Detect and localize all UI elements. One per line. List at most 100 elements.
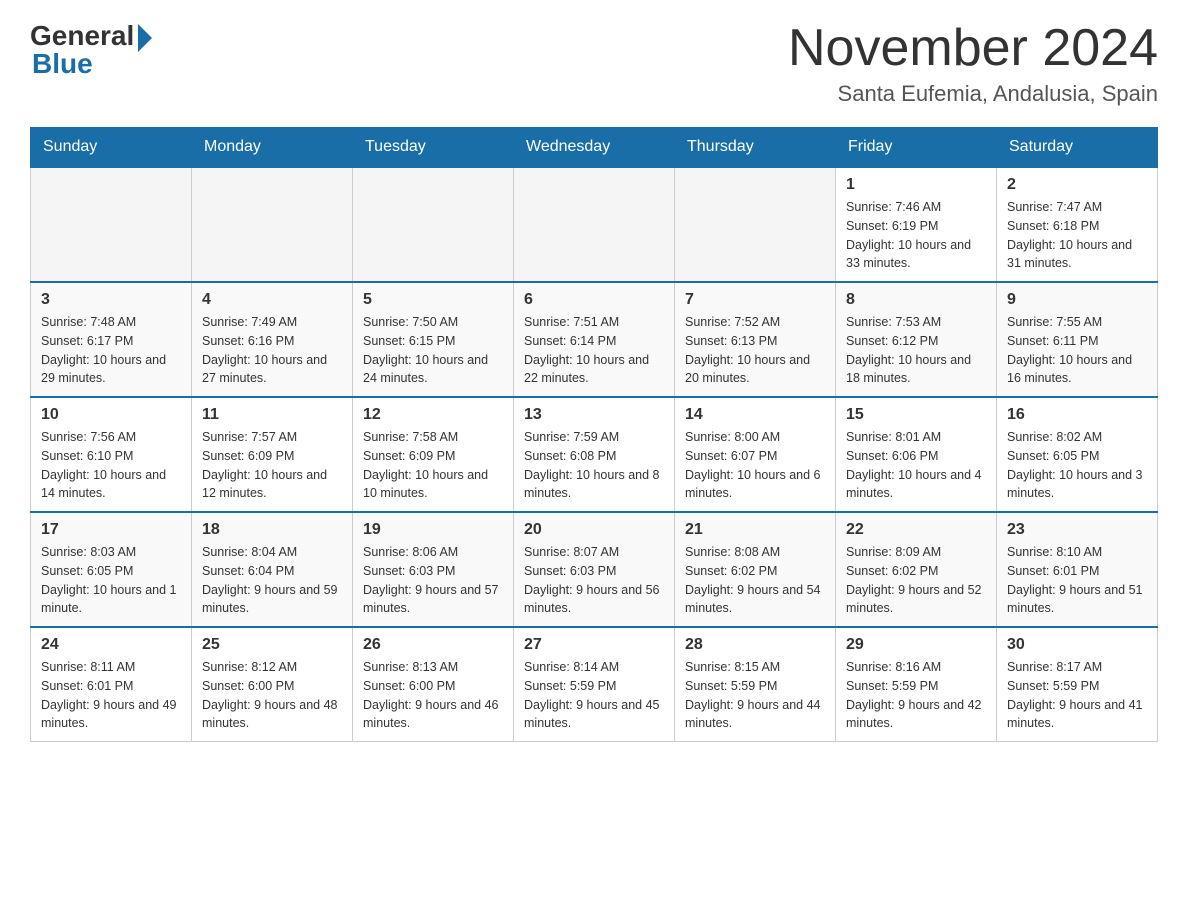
calendar-cell: 8Sunrise: 7:53 AM Sunset: 6:12 PM Daylig… — [836, 282, 997, 397]
day-number: 2 — [1007, 176, 1147, 194]
day-info: Sunrise: 8:02 AM Sunset: 6:05 PM Dayligh… — [1007, 428, 1147, 503]
calendar-cell: 26Sunrise: 8:13 AM Sunset: 6:00 PM Dayli… — [353, 627, 514, 742]
day-number: 28 — [685, 636, 825, 654]
day-header-monday: Monday — [192, 128, 353, 168]
day-info: Sunrise: 7:48 AM Sunset: 6:17 PM Dayligh… — [41, 313, 181, 388]
day-header-thursday: Thursday — [675, 128, 836, 168]
calendar-cell: 2Sunrise: 7:47 AM Sunset: 6:18 PM Daylig… — [997, 167, 1158, 282]
calendar-cell: 1 Sunrise: 7:46 AM Sunset: 6:19 PM Daylig… — [836, 167, 997, 282]
day-info: Sunrise: 7:55 AM Sunset: 6:11 PM Dayligh… — [1007, 313, 1147, 388]
calendar-cell: 27Sunrise: 8:14 AM Sunset: 5:59 PM Dayli… — [514, 627, 675, 742]
calendar-cell: 5Sunrise: 7:50 AM Sunset: 6:15 PM Daylig… — [353, 282, 514, 397]
calendar-cell: 25 Sunrise: 8:12 AM Sunset: 6:00 PM Dayli… — [192, 627, 353, 742]
page-header: General Blue November 2024 Santa Eufemia… — [30, 20, 1158, 107]
day-number: 19 — [363, 521, 503, 539]
calendar-cell: 21 Sunrise: 8:08 AM Sunset: 6:02 PM Dayli… — [675, 512, 836, 627]
day-number: 17 — [41, 521, 181, 539]
day-info: Sunrise: 8:09 AM Sunset: 6:02 PM Dayligh… — [846, 543, 986, 618]
day-number: 12 — [363, 406, 503, 424]
calendar-cell: 29 Sunrise: 8:16 AM Sunset: 5:59 PM Dayli… — [836, 627, 997, 742]
calendar-cell: 4Sunrise: 7:49 AM Sunset: 6:16 PM Daylig… — [192, 282, 353, 397]
day-header-friday: Friday — [836, 128, 997, 168]
day-number: 22 — [846, 521, 986, 539]
day-number: 30 — [1007, 636, 1147, 654]
day-info: Sunrise: 8:06 AM Sunset: 6:03 PM Dayligh… — [363, 543, 503, 618]
calendar-cell: 23 Sunrise: 8:10 AM Sunset: 6:01 PM Dayli… — [997, 512, 1158, 627]
day-info: Sunrise: 8:17 AM Sunset: 5:59 PM Dayligh… — [1007, 658, 1147, 733]
day-number: 10 — [41, 406, 181, 424]
day-number: 8 — [846, 291, 986, 309]
calendar-cell — [31, 167, 192, 282]
calendar-cell: 6 Sunrise: 7:51 AM Sunset: 6:14 PM Daylig… — [514, 282, 675, 397]
calendar-week-row: 3 Sunrise: 7:48 AM Sunset: 6:17 PM Daylig… — [31, 282, 1158, 397]
calendar-week-row: 24 Sunrise: 8:11 AM Sunset: 6:01 PM Dayli… — [31, 627, 1158, 742]
day-number: 29 — [846, 636, 986, 654]
day-number: 11 — [202, 406, 342, 424]
day-number: 24 — [41, 636, 181, 654]
logo-blue-text: Blue — [32, 48, 93, 80]
day-info: Sunrise: 8:04 AM Sunset: 6:04 PM Dayligh… — [202, 543, 342, 618]
day-info: Sunrise: 8:10 AM Sunset: 6:01 PM Dayligh… — [1007, 543, 1147, 618]
day-number: 1 — [846, 176, 986, 194]
calendar-cell — [353, 167, 514, 282]
calendar-cell: 15 Sunrise: 8:01 AM Sunset: 6:06 PM Dayli… — [836, 397, 997, 512]
calendar-week-row: 17 Sunrise: 8:03 AM Sunset: 6:05 PM Dayli… — [31, 512, 1158, 627]
calendar-cell: 9 Sunrise: 7:55 AM Sunset: 6:11 PM Daylig… — [997, 282, 1158, 397]
day-info: Sunrise: 8:12 AM Sunset: 6:00 PM Dayligh… — [202, 658, 342, 733]
day-number: 23 — [1007, 521, 1147, 539]
month-title: November 2024 — [788, 20, 1158, 77]
day-number: 9 — [1007, 291, 1147, 309]
calendar-week-row: 1 Sunrise: 7:46 AM Sunset: 6:19 PM Daylig… — [31, 167, 1158, 282]
calendar-cell: 7Sunrise: 7:52 AM Sunset: 6:13 PM Daylig… — [675, 282, 836, 397]
day-info: Sunrise: 8:03 AM Sunset: 6:05 PM Dayligh… — [41, 543, 181, 618]
calendar-header-row: SundayMondayTuesdayWednesdayThursdayFrid… — [31, 128, 1158, 168]
day-info: Sunrise: 7:46 AM Sunset: 6:19 PM Dayligh… — [846, 198, 986, 273]
calendar-cell: 10 Sunrise: 7:56 AM Sunset: 6:10 PM Dayli… — [31, 397, 192, 512]
day-info: Sunrise: 7:52 AM Sunset: 6:13 PM Dayligh… — [685, 313, 825, 388]
day-info: Sunrise: 8:16 AM Sunset: 5:59 PM Dayligh… — [846, 658, 986, 733]
calendar-cell: 16Sunrise: 8:02 AM Sunset: 6:05 PM Dayli… — [997, 397, 1158, 512]
logo-arrow-icon — [138, 24, 152, 52]
day-info: Sunrise: 8:00 AM Sunset: 6:07 PM Dayligh… — [685, 428, 825, 503]
calendar-cell: 24 Sunrise: 8:11 AM Sunset: 6:01 PM Dayli… — [31, 627, 192, 742]
day-info: Sunrise: 7:57 AM Sunset: 6:09 PM Dayligh… — [202, 428, 342, 503]
day-info: Sunrise: 7:58 AM Sunset: 6:09 PM Dayligh… — [363, 428, 503, 503]
calendar-cell: 18 Sunrise: 8:04 AM Sunset: 6:04 PM Dayli… — [192, 512, 353, 627]
calendar-cell: 30 Sunrise: 8:17 AM Sunset: 5:59 PM Dayli… — [997, 627, 1158, 742]
day-header-tuesday: Tuesday — [353, 128, 514, 168]
calendar-cell — [514, 167, 675, 282]
calendar-cell: 22 Sunrise: 8:09 AM Sunset: 6:02 PM Dayli… — [836, 512, 997, 627]
day-info: Sunrise: 8:01 AM Sunset: 6:06 PM Dayligh… — [846, 428, 986, 503]
day-number: 25 — [202, 636, 342, 654]
day-info: Sunrise: 7:56 AM Sunset: 6:10 PM Dayligh… — [41, 428, 181, 503]
day-number: 21 — [685, 521, 825, 539]
day-number: 26 — [363, 636, 503, 654]
day-info: Sunrise: 7:59 AM Sunset: 6:08 PM Dayligh… — [524, 428, 664, 503]
day-info: Sunrise: 8:11 AM Sunset: 6:01 PM Dayligh… — [41, 658, 181, 733]
day-info: Sunrise: 8:15 AM Sunset: 5:59 PM Dayligh… — [685, 658, 825, 733]
calendar-cell: 13Sunrise: 7:59 AM Sunset: 6:08 PM Dayli… — [514, 397, 675, 512]
calendar-cell: 20Sunrise: 8:07 AM Sunset: 6:03 PM Dayli… — [514, 512, 675, 627]
day-number: 14 — [685, 406, 825, 424]
logo: General Blue — [30, 20, 152, 80]
calendar-cell: 14 Sunrise: 8:00 AM Sunset: 6:07 PM Dayli… — [675, 397, 836, 512]
calendar-cell: 17 Sunrise: 8:03 AM Sunset: 6:05 PM Dayli… — [31, 512, 192, 627]
calendar-cell: 3 Sunrise: 7:48 AM Sunset: 6:17 PM Daylig… — [31, 282, 192, 397]
day-info: Sunrise: 7:51 AM Sunset: 6:14 PM Dayligh… — [524, 313, 664, 388]
calendar-week-row: 10 Sunrise: 7:56 AM Sunset: 6:10 PM Dayli… — [31, 397, 1158, 512]
day-number: 20 — [524, 521, 664, 539]
day-info: Sunrise: 8:14 AM Sunset: 5:59 PM Dayligh… — [524, 658, 664, 733]
day-header-sunday: Sunday — [31, 128, 192, 168]
day-number: 6 — [524, 291, 664, 309]
calendar-cell — [192, 167, 353, 282]
day-number: 3 — [41, 291, 181, 309]
day-number: 18 — [202, 521, 342, 539]
day-number: 15 — [846, 406, 986, 424]
day-number: 4 — [202, 291, 342, 309]
calendar-cell: 11 Sunrise: 7:57 AM Sunset: 6:09 PM Dayli… — [192, 397, 353, 512]
calendar-cell: 28 Sunrise: 8:15 AM Sunset: 5:59 PM Dayli… — [675, 627, 836, 742]
calendar-cell: 12 Sunrise: 7:58 AM Sunset: 6:09 PM Dayli… — [353, 397, 514, 512]
day-info: Sunrise: 8:08 AM Sunset: 6:02 PM Dayligh… — [685, 543, 825, 618]
location-text: Santa Eufemia, Andalusia, Spain — [788, 81, 1158, 107]
day-number: 5 — [363, 291, 503, 309]
